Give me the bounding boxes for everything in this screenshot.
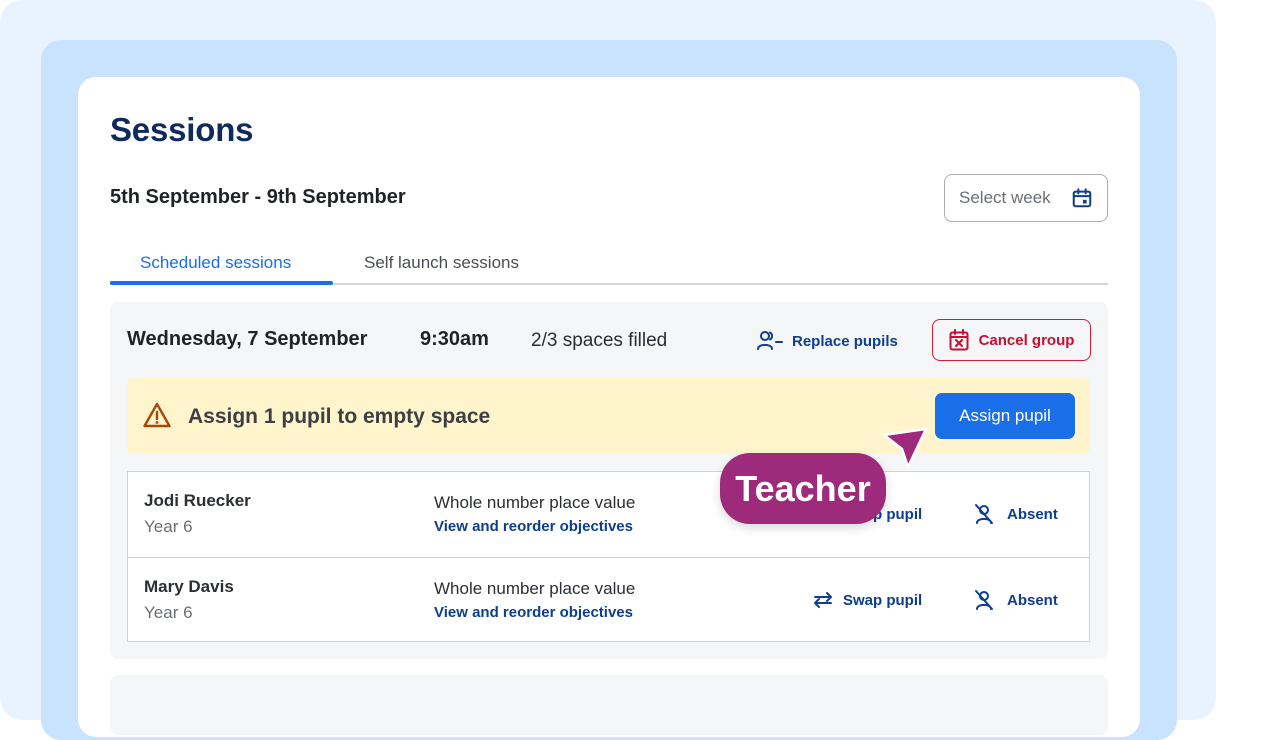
absent-label: Absent [1007, 591, 1058, 609]
session-day: Wednesday, 7 September [127, 328, 368, 350]
absent-button[interactable]: Absent [973, 503, 1058, 525]
calendar-icon[interactable] [1071, 187, 1093, 209]
date-range: 5th September - 9th September [110, 186, 406, 208]
sessions-card: Sessions 5th September - 9th September S… [78, 77, 1140, 737]
swap-icon [814, 592, 832, 608]
select-week-placeholder: Select week [959, 188, 1051, 207]
warning-icon [143, 402, 171, 428]
tab-scheduled-sessions[interactable]: Scheduled sessions [140, 253, 291, 273]
select-week-field[interactable]: Select week [944, 174, 1108, 222]
view-objectives-link[interactable]: View and reorder objectives [434, 518, 633, 535]
replace-users-icon [757, 331, 783, 350]
teacher-tag: Teacher [720, 453, 886, 524]
pupil-topic: Whole number place value [434, 493, 636, 512]
replace-pupils-button[interactable]: Replace pupils [756, 326, 898, 356]
pupil-topic: Whole number place value [434, 579, 636, 598]
session-time: 9:30am [420, 328, 489, 350]
swap-pupil-button[interactable]: Swap pupil [812, 589, 922, 611]
absent-button[interactable]: Absent [973, 589, 1058, 611]
pupil-name: Mary Davis [144, 577, 234, 596]
pupil-year: Year 6 [144, 603, 193, 622]
calendar-cancel-icon [949, 329, 969, 351]
user-off-icon [975, 504, 993, 524]
assign-pupil-button[interactable]: Assign pupil [935, 393, 1075, 439]
page-title: Sessions [110, 111, 254, 148]
tab-self-launch-sessions[interactable]: Self launch sessions [364, 253, 519, 273]
active-tab-indicator [110, 281, 333, 285]
session-group: Wednesday, 7 September 9:30am 2/3 spaces… [110, 302, 1108, 659]
absent-label: Absent [1007, 505, 1058, 523]
replace-pupils-label: Replace pupils [792, 332, 898, 350]
next-session-group [110, 675, 1108, 735]
session-spaces: 2/3 spaces filled [531, 330, 668, 351]
alert-message: Assign 1 pupil to empty space [188, 405, 491, 428]
cancel-group-button[interactable]: Cancel group [932, 319, 1091, 361]
cursor-pointer-icon [882, 427, 928, 469]
session-tabs: Scheduled sessions Self launch sessions [110, 247, 1108, 285]
view-objectives-link[interactable]: View and reorder objectives [434, 604, 633, 621]
list-item: Mary Davis Year 6 Whole number place val… [128, 557, 1089, 642]
user-off-icon [975, 590, 993, 610]
empty-space-alert: Assign 1 pupil to empty space Assign pup… [127, 378, 1090, 454]
list-item: Jodi Ruecker Year 6 Whole number place v… [128, 472, 1089, 557]
pupil-year: Year 6 [144, 517, 193, 536]
pupil-list: Jodi Ruecker Year 6 Whole number place v… [127, 471, 1090, 642]
swap-pupil-label: Swap pupil [843, 591, 923, 609]
pupil-name: Jodi Ruecker [144, 491, 251, 510]
cancel-group-label: Cancel group [978, 331, 1075, 349]
